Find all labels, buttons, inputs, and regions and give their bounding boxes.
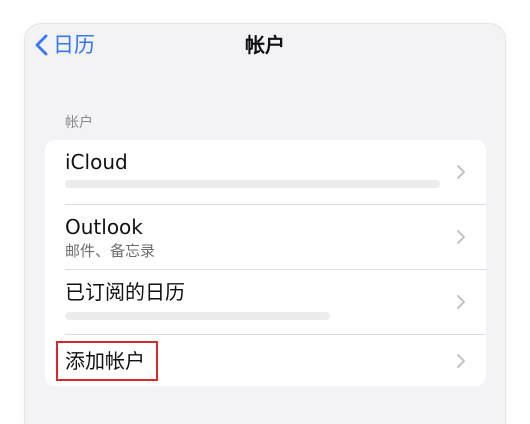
add-account-button[interactable]: 添加帐户 [45, 335, 486, 386]
chevron-right-icon [457, 230, 465, 244]
section-header: 帐户 [65, 115, 93, 131]
account-row-outlook[interactable]: Outlook 邮件、备忘录 [45, 205, 486, 269]
account-subtitle: 邮件、备忘录 [65, 242, 156, 260]
chevron-right-icon [457, 165, 465, 179]
account-title: iCloud [65, 150, 128, 174]
settings-screen: 日历 帐户 帐户 iCloud Outlook 邮件、备忘录 已订阅的日历 添加… [25, 24, 505, 424]
chevron-right-icon [457, 354, 465, 368]
highlight-box [56, 341, 158, 381]
screenshot-frame: 日历 帐户 帐户 iCloud Outlook 邮件、备忘录 已订阅的日历 添加… [0, 0, 530, 424]
account-title: Outlook [65, 215, 143, 239]
navigation-bar: 日历 帐户 [25, 24, 505, 68]
account-title: 已订阅的日历 [65, 280, 185, 304]
chevron-right-icon [457, 295, 465, 309]
account-row-icloud[interactable]: iCloud [45, 140, 486, 204]
account-row-subscribed-calendars[interactable]: 已订阅的日历 [45, 270, 486, 334]
redacted-detail [65, 312, 330, 320]
redacted-detail [65, 180, 440, 188]
accounts-list: iCloud Outlook 邮件、备忘录 已订阅的日历 添加帐户 [45, 140, 486, 386]
page-title: 帐户 [245, 33, 285, 57]
